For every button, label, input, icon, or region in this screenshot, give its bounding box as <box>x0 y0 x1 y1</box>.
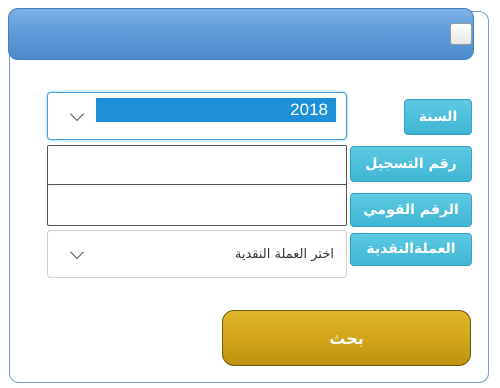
registration-number-label: رقم التسجيل <box>350 146 472 182</box>
year-select[interactable]: 2018 <box>47 92 347 140</box>
title-bar-checkbox[interactable] <box>450 23 472 45</box>
year-selected-value: 2018 <box>96 98 336 122</box>
dialog-title-bar <box>8 8 474 60</box>
currency-placeholder: اختر العملة النقدية <box>234 246 334 262</box>
registration-number-input[interactable] <box>47 145 347 188</box>
national-id-label: الرقم القومي <box>350 193 472 227</box>
national-id-input[interactable] <box>47 184 347 226</box>
currency-select[interactable]: اختر العملة النقدية <box>47 230 347 278</box>
chevron-down-icon <box>69 106 85 122</box>
chevron-down-icon <box>69 244 85 260</box>
year-label: السنة <box>404 99 472 135</box>
currency-label: العملةالنقدية <box>350 233 472 266</box>
search-button[interactable]: بحث <box>222 310 471 366</box>
